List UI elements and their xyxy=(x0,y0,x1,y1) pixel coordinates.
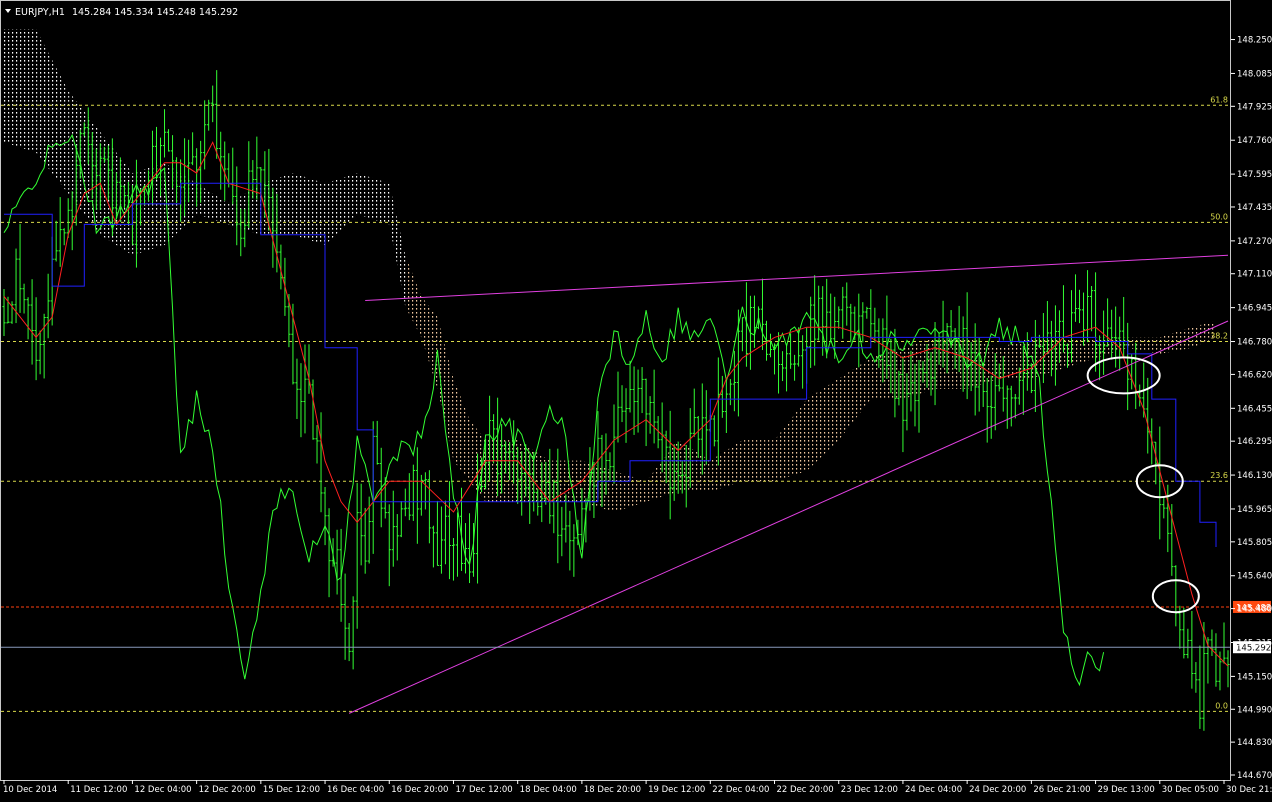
x-tick-label: 11 Dec 12:00 xyxy=(70,785,127,795)
y-tick-label: 147.925 xyxy=(1237,102,1272,112)
x-tick-label: 16 Dec 04:00 xyxy=(327,785,384,795)
y-tick-label: 146.130 xyxy=(1237,471,1272,481)
x-tick-label: 23 Dec 12:00 xyxy=(841,785,898,795)
x-tick-label: 15 Dec 12:00 xyxy=(263,785,320,795)
x-tick-label: 17 Dec 12:00 xyxy=(455,785,512,795)
y-tick-label: 146.620 xyxy=(1237,370,1272,380)
ohlc-label: 145.284 145.334 145.248 145.292 xyxy=(72,7,238,18)
cloud-segment xyxy=(742,440,775,482)
x-tick-label: 30 Dec 21:00 xyxy=(1226,785,1272,795)
fib-level-label: 23.6 xyxy=(1210,471,1228,480)
fib-level-label: 61.8 xyxy=(1210,95,1228,104)
chart-header: EURJPY,H1 145.284 145.334 145.248 145.29… xyxy=(5,7,238,18)
y-tick-label: 148.250 xyxy=(1237,36,1272,46)
y-tick-label: 147.595 xyxy=(1237,170,1272,180)
x-tick-label: 26 Dec 21:00 xyxy=(1033,785,1090,795)
x-tick-label: 22 Dec 04:00 xyxy=(712,785,769,795)
y-tick-label: 145.805 xyxy=(1237,538,1272,548)
cloud-segment xyxy=(292,173,326,245)
x-tick-label: 12 Dec 20:00 xyxy=(199,785,256,795)
y-tick-label: 145.150 xyxy=(1237,672,1272,682)
y-tick-label: 144.990 xyxy=(1237,705,1272,715)
x-tick-label: 22 Dec 20:00 xyxy=(777,785,834,795)
fib-level-label: 50.0 xyxy=(1210,212,1228,221)
chart-canvas[interactable]: 61.850.038.223.60.0 145.488145.292 148.2… xyxy=(0,0,1272,798)
x-tick-label: 16 Dec 20:00 xyxy=(391,785,448,795)
y-tick-label: 147.760 xyxy=(1237,136,1272,146)
price-chart[interactable]: 61.8 50.0 38.2 23.6 0.0 145.488 145.292 148.2… xyxy=(0,0,1272,798)
x-tick-label: 30 Dec 05:00 xyxy=(1162,785,1219,795)
y-tick-label: 147.435 xyxy=(1237,203,1272,213)
x-tick-label: 29 Dec 13:00 xyxy=(1098,785,1155,795)
y-tick-label: 148.085 xyxy=(1237,69,1272,79)
x-tick-label: 19 Dec 12:00 xyxy=(648,785,705,795)
y-tick-label: 145.965 xyxy=(1237,505,1272,515)
y-tick-label: 145.480 xyxy=(1237,605,1272,615)
y-tick-label: 146.455 xyxy=(1237,404,1272,414)
x-tick-label: 18 Dec 20:00 xyxy=(584,785,641,795)
symbol-label: EURJPY,H1 xyxy=(15,7,65,18)
x-tick-label: 12 Dec 04:00 xyxy=(134,785,191,795)
y-tick-label: 146.945 xyxy=(1237,304,1272,314)
x-tick-label: 18 Dec 04:00 xyxy=(520,785,577,795)
y-tick-label: 145.315 xyxy=(1237,638,1272,648)
cloud-segment xyxy=(4,29,37,153)
y-tick-label: 145.640 xyxy=(1237,572,1272,582)
y-tick-label: 147.110 xyxy=(1237,270,1272,280)
fib-level-label: 0.0 xyxy=(1215,701,1228,710)
y-tick-label: 144.830 xyxy=(1237,738,1272,748)
y-tick-label: 147.270 xyxy=(1237,237,1272,247)
fib-level-label: 38.2 xyxy=(1210,332,1228,341)
y-tick-label: 146.295 xyxy=(1237,437,1272,447)
x-tick-label: 24 Dec 20:00 xyxy=(969,785,1026,795)
x-tick-label: 24 Dec 04:00 xyxy=(905,785,962,795)
y-tick-label: 146.780 xyxy=(1237,338,1272,348)
y-tick-label: 144.670 xyxy=(1237,771,1272,781)
x-tick-label: 10 Dec 2014 xyxy=(3,785,57,795)
